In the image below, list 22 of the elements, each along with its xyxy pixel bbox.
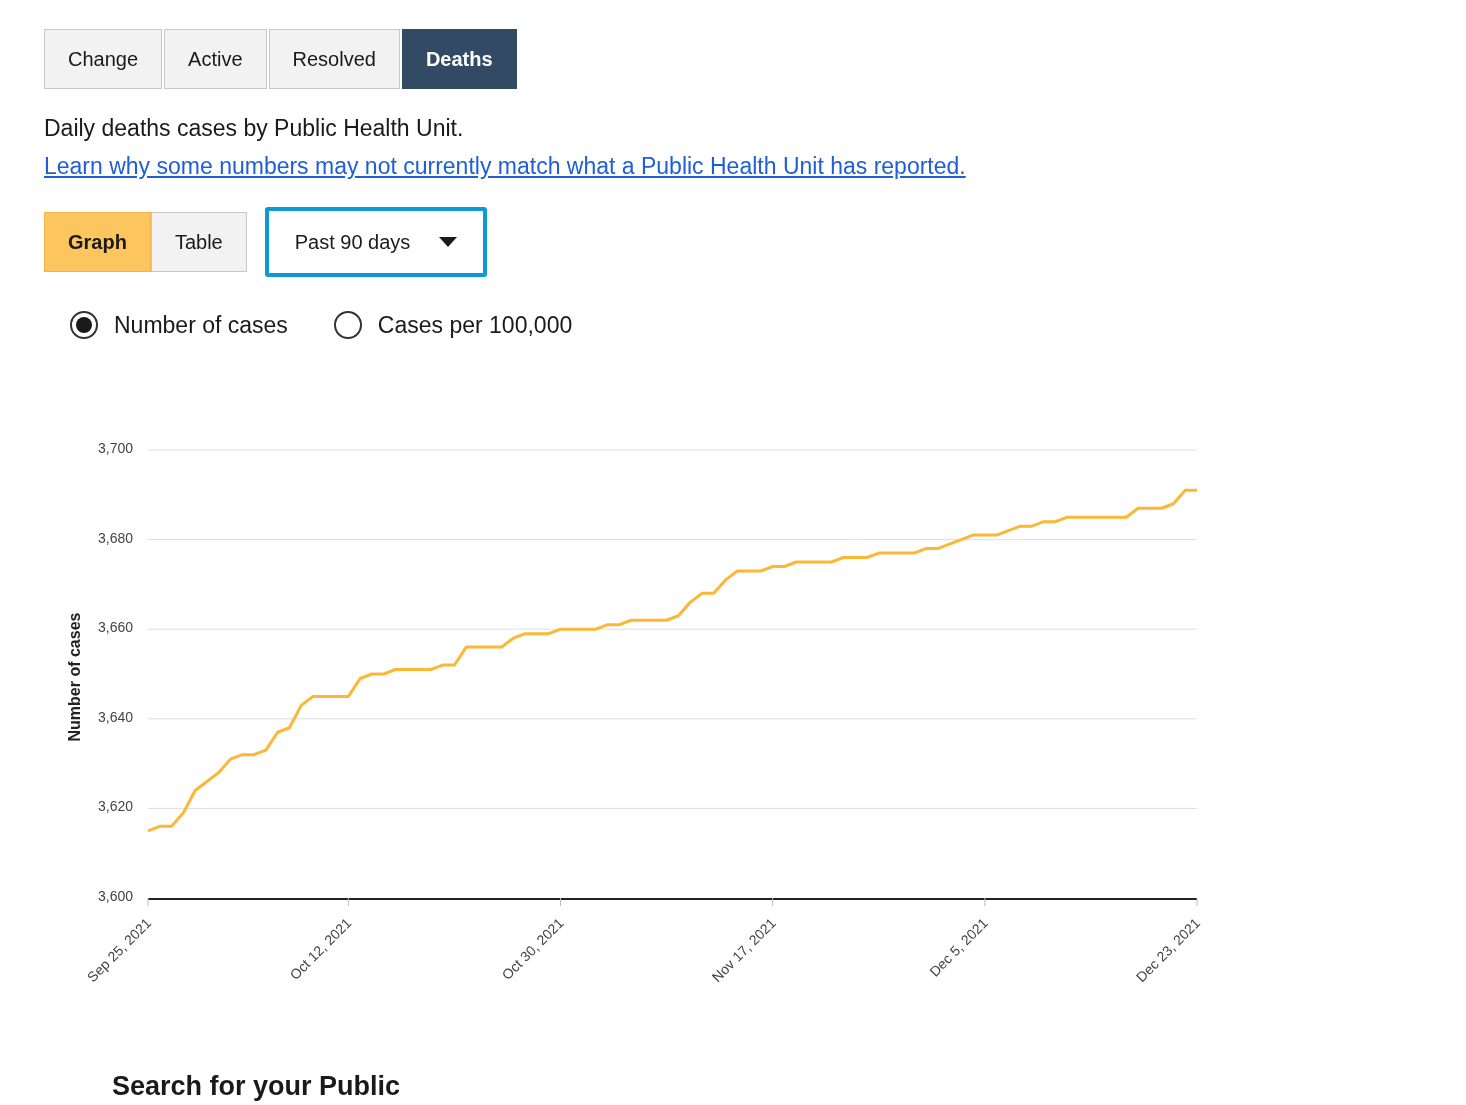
axis-tick-label: 3,660 [97, 619, 133, 636]
radio-label: Number of cases [114, 311, 288, 339]
y-axis-title: Number of cases [66, 612, 83, 742]
tab[interactable]: Resolved [268, 29, 400, 89]
tab[interactable]: Deaths [401, 29, 517, 89]
tab[interactable]: Change [44, 29, 163, 89]
radio-label: Cases per 100,000 [377, 311, 573, 339]
section-heading: Search for your Public [111, 1071, 402, 1102]
range-dropdown[interactable]: Past 90 days [264, 207, 487, 277]
caret-icon [438, 237, 457, 247]
view-toggle-button[interactable]: Graph [44, 212, 151, 272]
axis-tick-label: 3,700 [97, 440, 133, 456]
axis-tick-label: 3,600 [97, 888, 133, 904]
tab[interactable]: Active [164, 29, 267, 89]
description-text: Daily deaths cases by Public Health Unit. Learn why some numbers may not currently match what a Public Health Unit has reported. [44, 114, 967, 181]
info-link[interactable]: Learn why some numbers may not currently match what a Public Health Unit has reported. [44, 153, 966, 179]
axis-tick-label: 3,620 [97, 798, 133, 815]
axis-tick-label: 3,680 [97, 529, 133, 546]
view-toggle-button[interactable]: Table [150, 212, 247, 272]
radio-button[interactable] [333, 311, 362, 339]
radio-button[interactable] [70, 311, 98, 339]
axis-tick-label: 3,640 [97, 708, 133, 725]
